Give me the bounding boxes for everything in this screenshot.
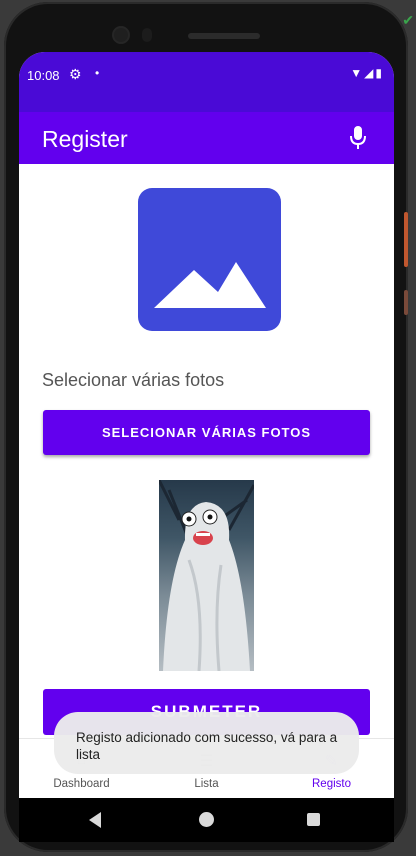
checkmark-icon: ✔ [402,12,414,28]
home-button-icon[interactable] [199,812,214,827]
select-photos-label: Selecionar várias fotos [42,370,225,390]
app-bar: Register [19,112,394,164]
signal-icon: ◢ [364,66,376,80]
status-bar: 10:08 ⚙ • ▼◢▮ [19,52,394,112]
nav-label-lista: Lista [194,778,219,790]
battery-icon: ▮ [375,66,384,80]
nav-label-registo: Registo [312,778,351,790]
mic-icon[interactable] [348,125,368,151]
recents-icon[interactable] [307,813,320,826]
system-navigation-bar [19,798,394,842]
status-time: 10:08 [27,68,60,83]
toast-message: Registo adicionado com sucesso, vá para … [54,712,359,774]
volume-button[interactable] [404,212,408,267]
wifi-icon: ▼ [350,66,365,80]
image-icon [154,262,266,308]
page-title: Register [42,126,128,152]
select-photos-button[interactable]: SELECIONAR VÁRIAS FOTOS [43,410,370,455]
ghost-photo [159,480,254,671]
nav-label-dashboard: Dashboard [53,778,110,790]
earpiece-speaker [188,33,260,39]
status-icons: ▼◢▮ [350,66,384,80]
selected-photo-thumbnail[interactable] [159,480,254,671]
notification-dot-icon: • [95,66,100,80]
power-button[interactable] [404,290,408,315]
image-placeholder[interactable] [138,188,281,331]
back-icon[interactable] [89,812,101,828]
front-camera [114,28,128,42]
front-sensor [142,28,152,42]
app-screen: 10:08 ⚙ • ▼◢▮ Register Selecionar várias… [19,52,394,798]
settings-icon: ⚙ [69,66,82,82]
